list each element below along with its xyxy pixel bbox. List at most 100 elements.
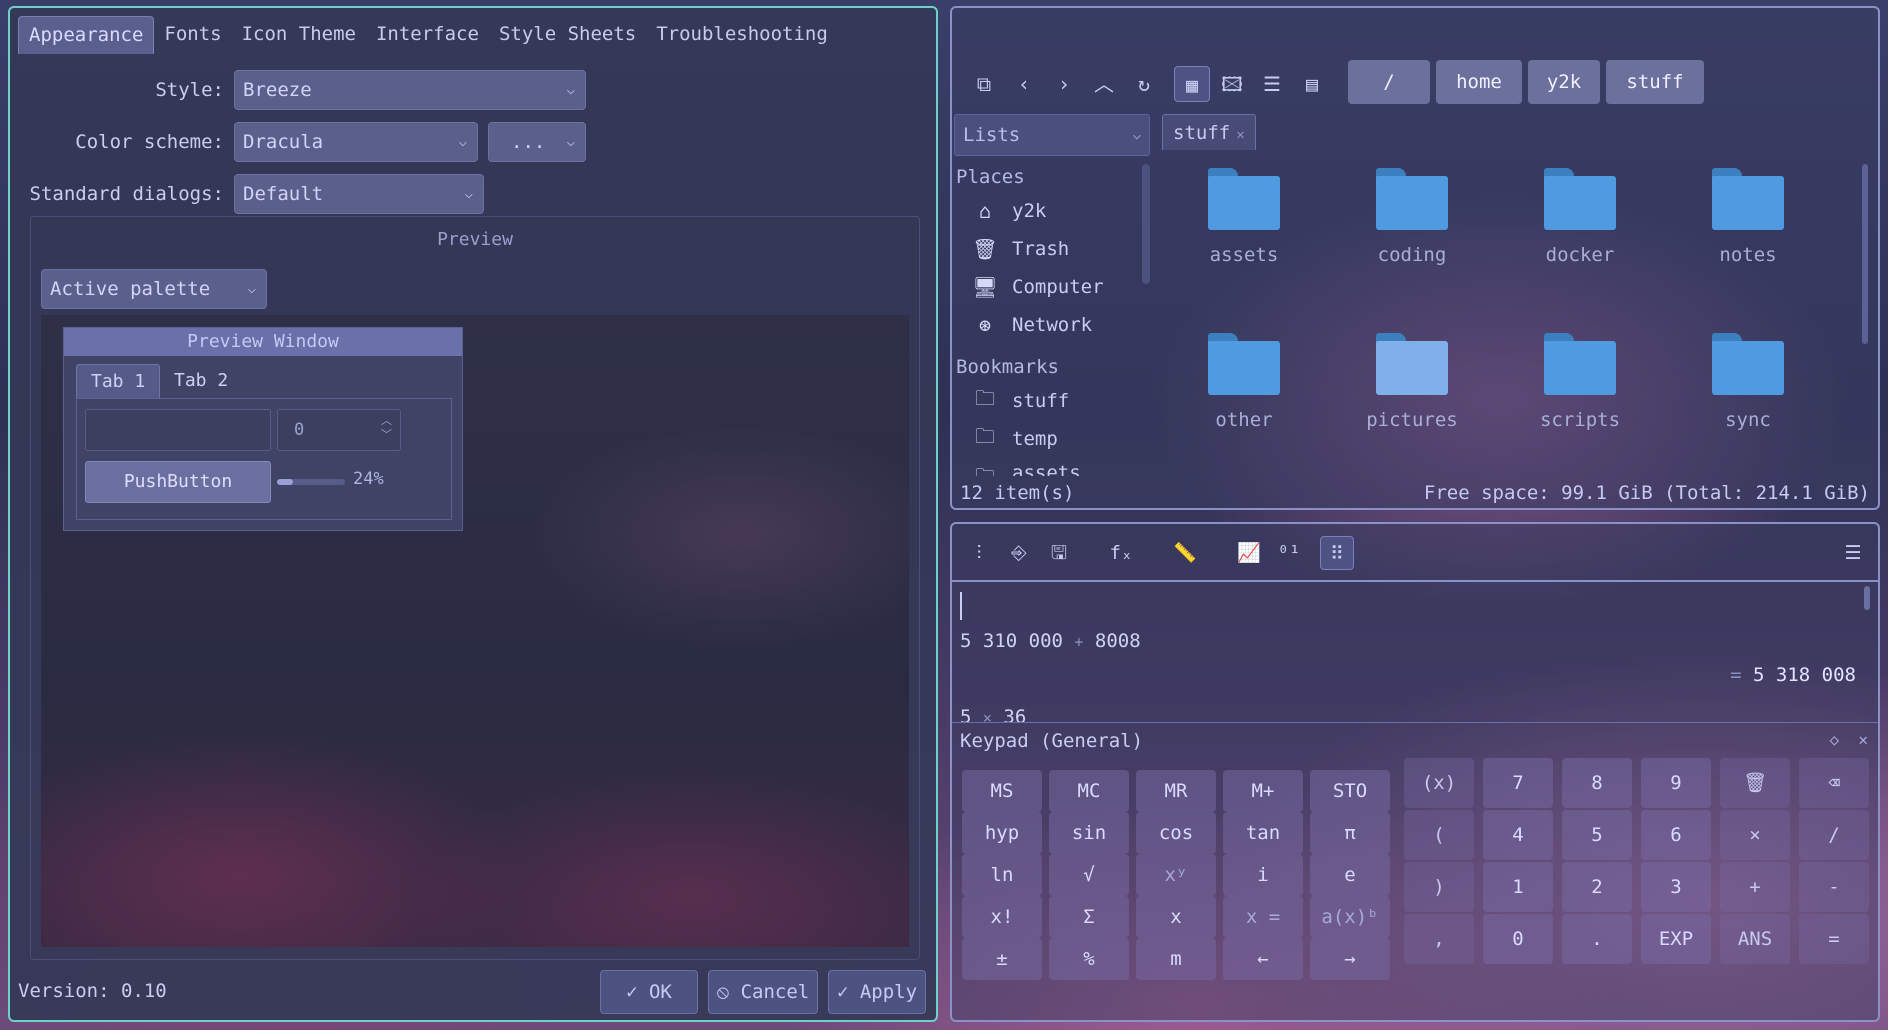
place-item-home[interactable]: ⌂ y2k	[972, 196, 1046, 226]
colorscheme-more-button[interactable]: ... ⌵	[488, 122, 586, 162]
close-paren-key[interactable]: )	[1404, 862, 1474, 912]
spin-arrows-icon[interactable]: ︿ ﹀	[381, 414, 392, 442]
number-bases-icon[interactable]: ⁰¹	[1272, 536, 1306, 570]
new-tab-icon[interactable]: ⧉	[966, 66, 1002, 102]
sine-key[interactable]: sin	[1049, 812, 1129, 854]
natural-log-key[interactable]: ln	[962, 854, 1042, 896]
save-icon[interactable]: 🖫	[1042, 536, 1076, 570]
cancel-button[interactable]: ⦸ Cancel	[708, 970, 818, 1014]
backspace-key[interactable]: ⌫	[1799, 758, 1869, 808]
memory-recall-key[interactable]: MR	[1136, 770, 1216, 812]
folder-item[interactable]: assets	[1179, 168, 1309, 266]
place-item-computer[interactable]: 🖥 Computer	[972, 272, 1103, 302]
breadcrumb-root[interactable]: /	[1348, 60, 1430, 104]
digit-0-key[interactable]: 0	[1483, 914, 1553, 964]
variables-icon[interactable]: ⎆	[1002, 536, 1036, 570]
folder-item[interactable]: scripts	[1515, 333, 1645, 431]
cursor-left-key[interactable]: ←	[1223, 938, 1303, 980]
keypad-icon[interactable]: ⠿	[1320, 536, 1354, 570]
subtract-key[interactable]: -	[1799, 862, 1869, 912]
palette-combo[interactable]: Active palette ⌵	[41, 269, 267, 309]
comma-key[interactable]: ,	[1404, 914, 1474, 964]
tangent-key[interactable]: tan	[1223, 812, 1303, 854]
compact-view-icon[interactable]: ☰	[1254, 66, 1290, 102]
icon-view-icon[interactable]: ▦	[1174, 66, 1210, 102]
digit-3-key[interactable]: 3	[1641, 862, 1711, 912]
digit-2-key[interactable]: 2	[1562, 862, 1632, 912]
place-item-trash[interactable]: 🗑 Trash	[972, 234, 1069, 264]
side-pane-scrollbar[interactable]	[1142, 164, 1150, 284]
tab-fonts[interactable]: Fonts	[154, 16, 231, 54]
keypad-dock-controls[interactable]: ◇ ✕	[1829, 730, 1868, 749]
digit-7-key[interactable]: 7	[1483, 758, 1553, 808]
answer-key[interactable]: ANS	[1720, 914, 1790, 964]
history-result[interactable]: = 5 318 008	[1730, 664, 1856, 686]
breadcrumb-y2k[interactable]: y2k	[1528, 60, 1600, 104]
exponent-key[interactable]: EXP	[1641, 914, 1711, 964]
cursor-right-key[interactable]: →	[1310, 938, 1390, 980]
breadcrumb-home[interactable]: home	[1436, 60, 1522, 104]
thumbnail-view-icon[interactable]: 🖾	[1214, 66, 1250, 102]
bookmark-item-temp[interactable]: 🗀 temp	[972, 424, 1058, 454]
digit-5-key[interactable]: 5	[1562, 810, 1632, 860]
sum-key[interactable]: Σ	[1049, 896, 1129, 938]
bookmark-item-stuff[interactable]: 🗀 stuff	[972, 386, 1069, 416]
directory-tab[interactable]: stuff ✕	[1162, 114, 1256, 150]
memory-add-key[interactable]: M+	[1223, 770, 1303, 812]
ok-button[interactable]: ✓ OK	[600, 970, 698, 1014]
variable-x-key[interactable]: x	[1136, 896, 1216, 938]
folder-item[interactable]: pictures	[1347, 333, 1477, 431]
reload-icon[interactable]: ↻	[1126, 66, 1162, 102]
functions-icon[interactable]: fₓ	[1104, 536, 1138, 570]
apply-button[interactable]: ✓ Apply	[828, 970, 926, 1014]
function-key[interactable]: a(x)ᵇ	[1310, 896, 1390, 938]
colorscheme-combo[interactable]: Dracula ⌵	[234, 122, 478, 162]
digit-4-key[interactable]: 4	[1483, 810, 1553, 860]
multiply-key[interactable]: ×	[1720, 810, 1790, 860]
units-icon[interactable]: 📏	[1168, 536, 1202, 570]
settings-sliders-icon[interactable]: ⫶	[962, 536, 996, 570]
menu-icon[interactable]: ☰	[1836, 536, 1870, 570]
last-result-key[interactable]: (x)	[1404, 758, 1474, 808]
back-icon[interactable]: ‹	[1006, 66, 1042, 102]
equals-key[interactable]: =	[1799, 914, 1869, 964]
breadcrumb-stuff[interactable]: stuff	[1606, 60, 1704, 104]
tab-style-sheets[interactable]: Style Sheets	[489, 16, 646, 54]
input-scrollbar[interactable]	[1864, 586, 1870, 610]
memory-clear-key[interactable]: MC	[1049, 770, 1129, 812]
place-item-network[interactable]: ⊛ Network	[972, 310, 1092, 340]
close-icon[interactable]: ✕	[1236, 127, 1244, 143]
imaginary-unit-key[interactable]: i	[1223, 854, 1303, 896]
plot-icon[interactable]: 📈	[1232, 536, 1266, 570]
digit-1-key[interactable]: 1	[1483, 862, 1553, 912]
preview-tab-1[interactable]: Tab 1	[76, 364, 161, 398]
modulo-key[interactable]: m	[1136, 938, 1216, 980]
file-view-scrollbar[interactable]	[1862, 164, 1868, 344]
tab-appearance[interactable]: Appearance	[18, 16, 155, 54]
open-paren-key[interactable]: (	[1404, 810, 1474, 860]
digit-8-key[interactable]: 8	[1562, 758, 1632, 808]
history-expression[interactable]: 5 310 000 + 8008	[960, 630, 1141, 652]
plus-minus-key[interactable]: ±	[962, 938, 1042, 980]
folder-item[interactable]: notes	[1683, 168, 1813, 266]
factorial-key[interactable]: x!	[962, 896, 1042, 938]
forward-icon[interactable]: ›	[1046, 66, 1082, 102]
cosine-key[interactable]: cos	[1136, 812, 1216, 854]
divide-key[interactable]: /	[1799, 810, 1869, 860]
store-key[interactable]: STO	[1310, 770, 1390, 812]
history-expression[interactable]: 5 × 36	[960, 706, 1026, 722]
preview-spinbox[interactable]: 0 ︿ ﹀	[277, 409, 401, 451]
add-key[interactable]: +	[1720, 862, 1790, 912]
percent-key[interactable]: %	[1049, 938, 1129, 980]
tab-troubleshooting[interactable]: Troubleshooting	[646, 16, 838, 54]
preview-text-input[interactable]	[85, 409, 271, 451]
dialogs-combo[interactable]: Default ⌵	[234, 174, 484, 214]
solve-key[interactable]: x =	[1223, 896, 1303, 938]
folder-item[interactable]: other	[1179, 333, 1309, 431]
tab-interface[interactable]: Interface	[366, 16, 489, 54]
decimal-point-key[interactable]: .	[1562, 914, 1632, 964]
euler-key[interactable]: e	[1310, 854, 1390, 896]
folder-item[interactable]: docker	[1515, 168, 1645, 266]
power-key[interactable]: xʸ	[1136, 854, 1216, 896]
preview-push-button[interactable]: PushButton	[85, 461, 271, 503]
